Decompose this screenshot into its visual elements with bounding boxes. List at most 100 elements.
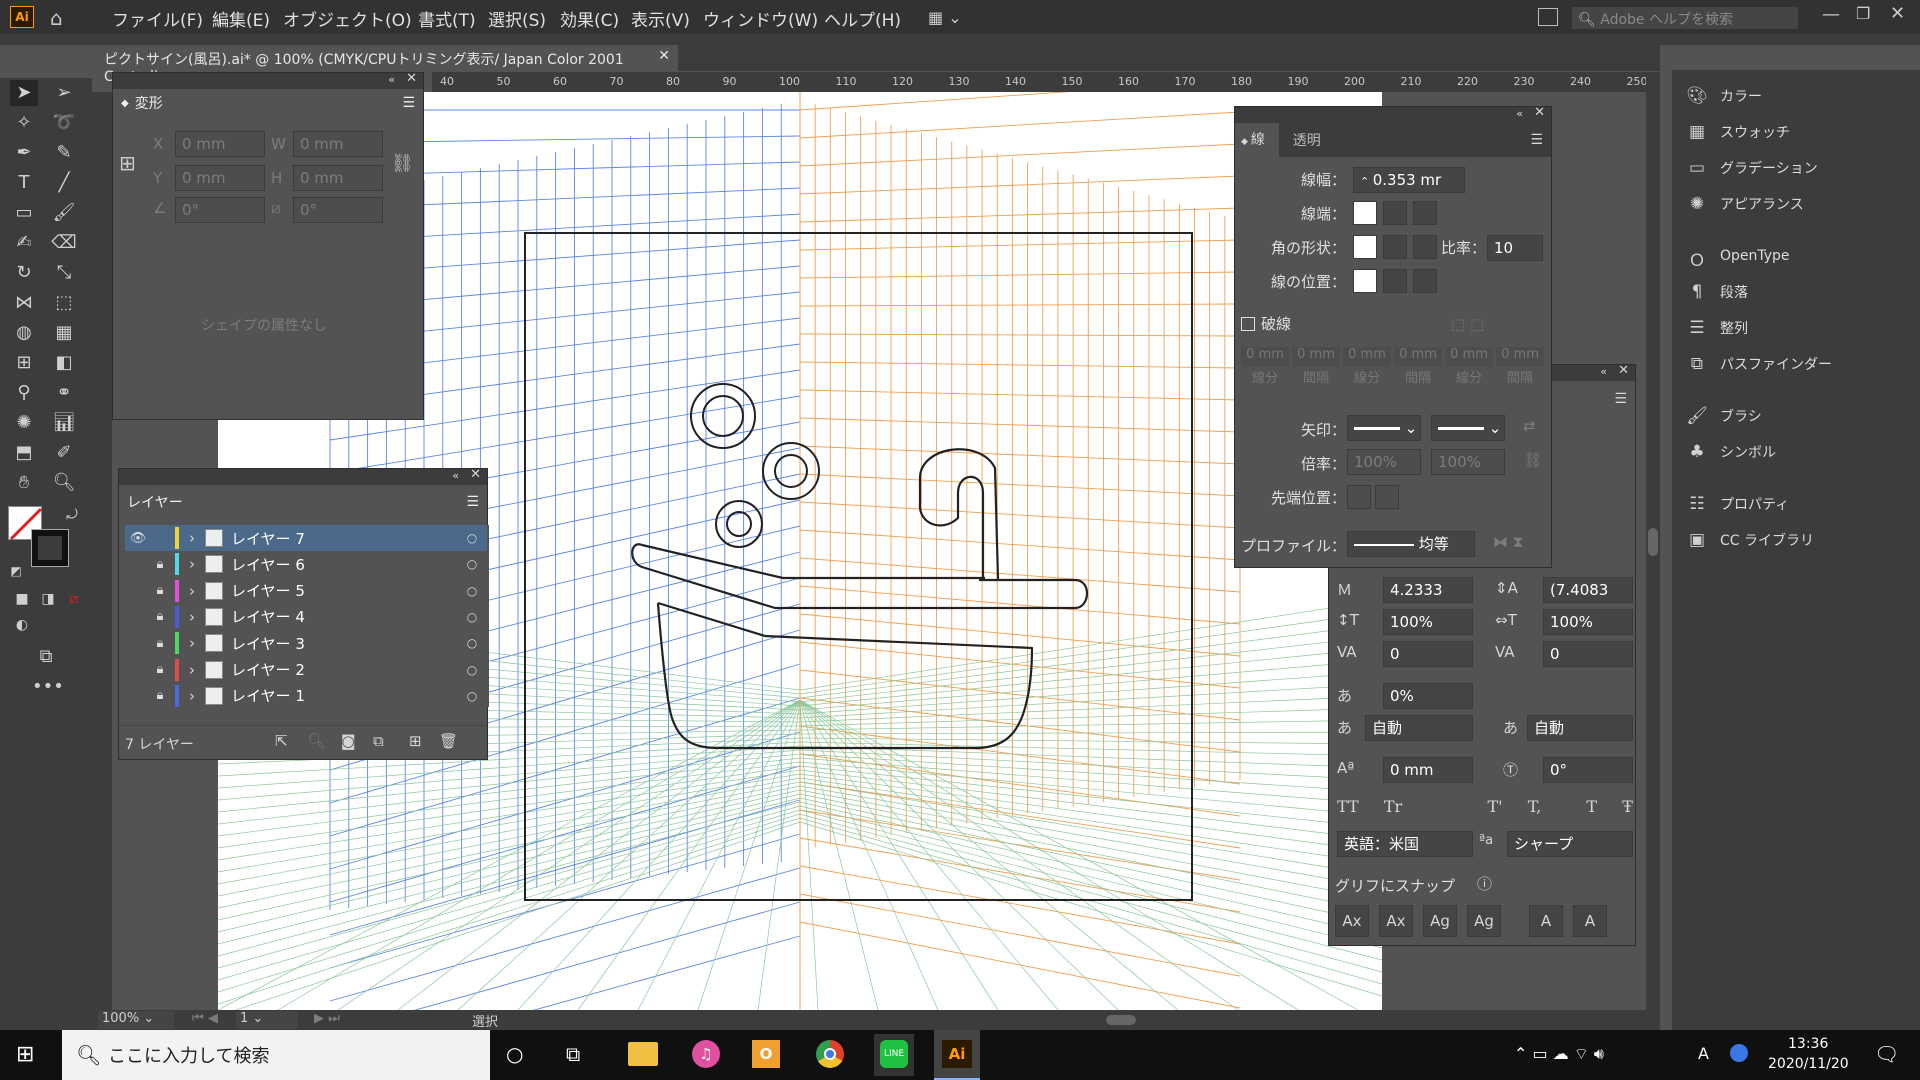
slice-tool-icon[interactable]: ✐ — [50, 440, 78, 466]
panel-menu-icon[interactable]: ☰ — [402, 95, 415, 111]
type-tool-icon[interactable]: T — [10, 170, 38, 196]
layer-row[interactable]: 🔒︎ › レイヤー 3 ○ — [125, 630, 487, 656]
dock-item[interactable]: ☰ 整列 — [1686, 314, 1748, 342]
rotate-field[interactable]: 0° — [175, 197, 265, 223]
workspace-switcher-icon[interactable]: ▦ ⌄ — [928, 8, 962, 27]
artboard-tool-icon[interactable]: ⬒ — [10, 440, 38, 466]
expand-chevron-icon[interactable]: › — [179, 661, 205, 679]
transform-panel-tab[interactable]: ◆ 変形 ☰ — [113, 89, 423, 117]
curvature-tool-icon[interactable]: ✎ — [50, 140, 78, 166]
target-circle-icon[interactable]: ○ — [457, 531, 487, 545]
align-outside-button[interactable] — [1413, 269, 1437, 293]
dash-value-field[interactable]: 0 mm — [1241, 347, 1289, 367]
all-caps-button[interactable]: TT — [1337, 797, 1359, 816]
dock-item[interactable]: 🖌︎ ブラシ — [1686, 402, 1762, 430]
butt-cap-button[interactable] — [1353, 201, 1377, 225]
swap-fill-stroke-icon[interactable]: ⤾ — [58, 502, 86, 528]
lock-icon[interactable]: 🔒︎ — [147, 662, 173, 677]
layer-name[interactable]: レイヤー 7 — [231, 528, 457, 549]
dash-value-field[interactable]: 0 mm — [1292, 347, 1340, 367]
layer-row[interactable]: 🔒︎ › レイヤー 5 ○ — [125, 578, 487, 604]
layer-row[interactable]: 👁︎ › レイヤー 7 ○ — [125, 525, 487, 551]
draw-mode-icon[interactable]: ◐ — [8, 612, 36, 638]
horizontal-scale-field[interactable]: 100% — [1543, 609, 1633, 635]
visibility-eye-icon[interactable]: 👁︎ — [125, 531, 151, 546]
blend-tool-icon[interactable]: ⚭ — [50, 380, 78, 406]
itunes-icon[interactable]: ♫ — [692, 1040, 720, 1068]
lock-icon[interactable]: 🔒︎ — [147, 557, 173, 572]
underline-button[interactable]: T — [1586, 797, 1597, 816]
collapse-icon[interactable]: « — [1600, 365, 1607, 378]
menu-object[interactable]: オブジェクト(O) — [283, 6, 412, 31]
expand-chevron-icon[interactable]: › — [179, 582, 205, 600]
shear-field[interactable]: 0° — [293, 197, 383, 223]
align-center-button[interactable] — [1353, 269, 1377, 293]
kerning-pair-field[interactable]: 0 — [1383, 641, 1473, 667]
baseline-shift-field[interactable]: 0 mm — [1383, 757, 1473, 783]
magic-wand-icon[interactable]: ✧ — [10, 110, 38, 136]
more-tools-icon[interactable]: ••• — [32, 674, 64, 700]
snap-proximity-button[interactable]: Ag — [1467, 905, 1501, 937]
dash-value-field[interactable]: 0 mm — [1496, 347, 1544, 367]
layer-row[interactable]: 🔒︎ › レイヤー 2 ○ — [125, 657, 487, 683]
direct-selection-tool-icon[interactable]: ➢ — [50, 80, 78, 106]
task-view-icon[interactable]: ○ — [506, 1042, 523, 1066]
snap-anchor-button[interactable]: A — [1573, 905, 1607, 937]
document-tab[interactable]: ピクトサイン(風呂).ai* @ 100% (CMYK/CPUトリミング表示/ … — [92, 45, 678, 85]
info-icon[interactable]: ⓘ — [1477, 873, 1492, 894]
menu-select[interactable]: 選択(S) — [488, 6, 546, 31]
help-search-field[interactable]: 🔍︎ Adobe ヘルプを検索 — [1572, 7, 1798, 29]
char-rotation-field[interactable]: 0° — [1543, 757, 1633, 783]
width-tool-icon[interactable]: ⋈ — [10, 290, 38, 316]
ime-indicator[interactable]: A — [1698, 1044, 1709, 1063]
kerning-field[interactable]: 4.2333 — [1383, 577, 1473, 603]
lock-icon[interactable]: 🔒︎ — [147, 636, 173, 651]
action-center-icon[interactable]: 🗨︎ — [1874, 1042, 1899, 1066]
arrow-scale-end[interactable]: 100% — [1431, 449, 1505, 475]
dock-item[interactable]: ▭ グラデーション — [1686, 154, 1818, 182]
layer-row[interactable]: 🔒︎ › レイヤー 6 ○ — [125, 551, 487, 577]
notification-globe-icon[interactable] — [1730, 1044, 1748, 1062]
dash-value-field[interactable]: 0 mm — [1343, 347, 1391, 367]
snap-glyph-bounds-button[interactable]: Ag — [1423, 905, 1457, 937]
graph-tool-icon[interactable]: 📊︎ — [50, 410, 78, 436]
language-select[interactable]: 英語：米国 — [1337, 831, 1473, 857]
dash-value-field[interactable]: 0 mm — [1394, 347, 1442, 367]
dash-align-corners-icon[interactable]: ⬚ ⬚ — [1451, 315, 1484, 333]
dock-item[interactable]: ⧉ パスファインダー — [1686, 350, 1832, 378]
artboard-nav-next[interactable]: ▶ ⏭ — [314, 1011, 340, 1026]
artboard-nav-prev[interactable]: ⏮ ◀ — [192, 1011, 218, 1026]
zoom-select[interactable]: 100% ⌄ — [98, 1011, 174, 1029]
arrange-icon[interactable] — [1538, 8, 1558, 26]
layer-name[interactable]: レイヤー 5 — [231, 580, 457, 601]
target-circle-icon[interactable]: ○ — [457, 689, 487, 703]
dock-item[interactable]: 🎨︎ カラー — [1686, 82, 1762, 110]
target-circle-icon[interactable]: ○ — [457, 663, 487, 677]
constrain-proportions-icon[interactable]: ⛓ — [391, 153, 414, 174]
layer-name[interactable]: レイヤー 3 — [231, 633, 457, 654]
strikethrough-button[interactable]: Ŧ — [1622, 797, 1633, 816]
layer-row[interactable]: 🔒︎ › レイヤー 4 ○ — [125, 604, 487, 630]
dashed-checkbox[interactable] — [1241, 317, 1255, 331]
layer-name[interactable]: レイヤー 6 — [231, 554, 457, 575]
x-field[interactable]: 0 mm — [175, 131, 265, 157]
menu-file[interactable]: ファイル(F) — [112, 6, 203, 31]
lock-icon[interactable]: 🔒︎ — [147, 609, 173, 624]
mesh-tool-icon[interactable]: ⊞ — [10, 350, 38, 376]
dash-value-field[interactable]: 0 mm — [1445, 347, 1493, 367]
tracking-field[interactable]: 0 — [1543, 641, 1633, 667]
artboard-number-field[interactable]: 1 ⌄ — [236, 1011, 298, 1029]
y-field[interactable]: 0 mm — [175, 165, 265, 191]
free-transform-icon[interactable]: ⬚ — [50, 290, 78, 316]
close-panel-icon[interactable]: ✕ — [1618, 363, 1629, 378]
dock-item[interactable]: ✺ アピアランス — [1686, 190, 1804, 218]
weight-field[interactable]: ⌃ 0.353 mr — [1353, 167, 1465, 193]
locate-object-icon[interactable]: 🔍︎ — [307, 732, 326, 750]
lock-icon[interactable]: 🔒︎ — [147, 583, 173, 598]
menu-view[interactable]: 表示(V) — [631, 6, 690, 31]
w-field[interactable]: 0 mm — [293, 131, 383, 157]
horizontal-scrollbar[interactable] — [628, 1012, 1638, 1028]
shaper-tool-icon[interactable]: ✍ — [10, 230, 38, 256]
eyedropper-icon[interactable]: ⚲ — [10, 380, 38, 406]
layer-name[interactable]: レイヤー 4 — [231, 606, 457, 627]
